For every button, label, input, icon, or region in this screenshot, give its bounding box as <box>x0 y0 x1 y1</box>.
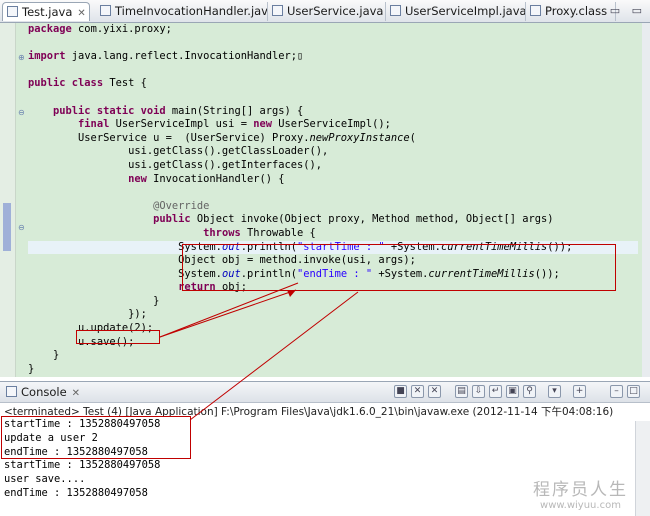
close-icon[interactable]: ✕ <box>77 8 85 19</box>
tab-console[interactable]: Console ✕ <box>6 385 80 399</box>
code-line: } <box>28 349 60 362</box>
code-line: public static void main(String[] args) { <box>53 104 304 117</box>
code-line: final UserServiceImpl usi = new UserServ… <box>78 118 391 131</box>
annotation-box-update-call <box>76 330 160 344</box>
code-line: @Override <box>153 199 210 212</box>
java-file-icon <box>100 5 111 16</box>
class-file-icon <box>530 5 541 16</box>
code-line: } <box>28 362 35 375</box>
code-editor[interactable]: ⊕ ⊖ ⊖ package com.yixi.proxy; import jav… <box>0 23 650 377</box>
remove-all-icon[interactable]: ✕ <box>428 385 441 398</box>
code-line: }); <box>28 308 147 321</box>
fold-icon[interactable]: ⊕ <box>18 53 25 62</box>
code-line: new InvocationHandler() { <box>128 172 285 185</box>
code-line: public class Test { <box>28 77 147 90</box>
tab-label: UserService.java <box>287 4 384 18</box>
tab-userserviceimpl-java[interactable]: UserServiceImpl.java <box>386 2 526 21</box>
tab-label: Test.java <box>22 5 73 19</box>
tab-proxy-class[interactable]: Proxy.class <box>526 2 616 21</box>
code-line: import java.lang.reflect.InvocationHandl… <box>28 50 304 63</box>
maximize-icon[interactable]: □ <box>627 385 640 398</box>
editor-tab-bar: Test.java ✕ TimeInvocationHandler.java Us… <box>0 0 650 23</box>
console-title: Console <box>21 385 67 399</box>
console-output-line: endTime : 1352880497058 <box>4 486 148 499</box>
tab-label: Proxy.class <box>545 4 608 18</box>
watermark-title: 程序员人生 <box>533 480 628 500</box>
code-line: UserService u = (UserService) Proxy.newP… <box>28 131 416 144</box>
code-line: usi.getClass().getClassLoader(), <box>28 145 329 158</box>
console-scrollbar[interactable] <box>635 421 650 516</box>
annotation-box-output <box>1 416 191 459</box>
fold-icon[interactable]: ⊖ <box>18 223 25 232</box>
code-line: } <box>28 294 160 307</box>
ruler-marker <box>3 203 11 251</box>
terminate-icon[interactable]: ■ <box>394 385 407 398</box>
editor-ruler <box>0 23 16 377</box>
fold-icon[interactable]: ⊖ <box>18 108 25 117</box>
window-controls[interactable]: ▭ ▭ <box>610 4 646 17</box>
code-line: public Object invoke(Object proxy, Metho… <box>153 213 554 226</box>
code-line: package com.yixi.proxy; <box>28 23 172 35</box>
watermark-url: www.wiyuu.com <box>540 500 621 511</box>
console-icon <box>6 386 17 397</box>
clear-console-icon[interactable]: ▤ <box>455 385 468 398</box>
watermark: 程序员人生 www.wiyuu.com <box>533 475 628 511</box>
minimize-icon[interactable]: – <box>610 385 623 398</box>
java-file-icon <box>390 5 401 16</box>
java-file-icon <box>272 5 283 16</box>
close-icon[interactable]: ✕ <box>72 388 80 399</box>
pin-console-icon[interactable]: ⚲ <box>523 385 536 398</box>
scroll-lock-icon[interactable]: ⇩ <box>472 385 485 398</box>
tab-test-java[interactable]: Test.java ✕ <box>2 2 90 21</box>
code-text[interactable]: package com.yixi.proxy; import java.lang… <box>28 23 638 376</box>
tab-label: TimeInvocationHandler.java <box>115 4 268 18</box>
display-console-icon[interactable]: ▾ <box>548 385 561 398</box>
show-on-output-icon[interactable]: ▣ <box>506 385 519 398</box>
editor-scrollbar[interactable] <box>642 23 650 377</box>
tab-label: UserServiceImpl.java <box>405 4 526 18</box>
annotation-box-handler <box>182 244 616 291</box>
code-line: throws Throwable { <box>203 226 316 239</box>
remove-launch-icon[interactable]: ✕ <box>411 385 424 398</box>
console-toolbar: Console ✕ ■ ✕ ✕ ▤ ⇩ ↵ ▣ ⚲ ▾ + – □ <box>0 382 650 403</box>
tab-userservice-java[interactable]: UserService.java <box>268 2 386 21</box>
code-line: usi.getClass().getInterfaces(), <box>28 158 323 171</box>
open-console-icon[interactable]: + <box>573 385 586 398</box>
tab-timeinvocationhandler-java[interactable]: TimeInvocationHandler.java <box>96 2 268 21</box>
java-file-icon <box>7 6 18 17</box>
console-output-line: user save.... <box>4 473 86 486</box>
word-wrap-icon[interactable]: ↵ <box>489 385 502 398</box>
console-output-line: startTime : 1352880497058 <box>4 459 161 472</box>
